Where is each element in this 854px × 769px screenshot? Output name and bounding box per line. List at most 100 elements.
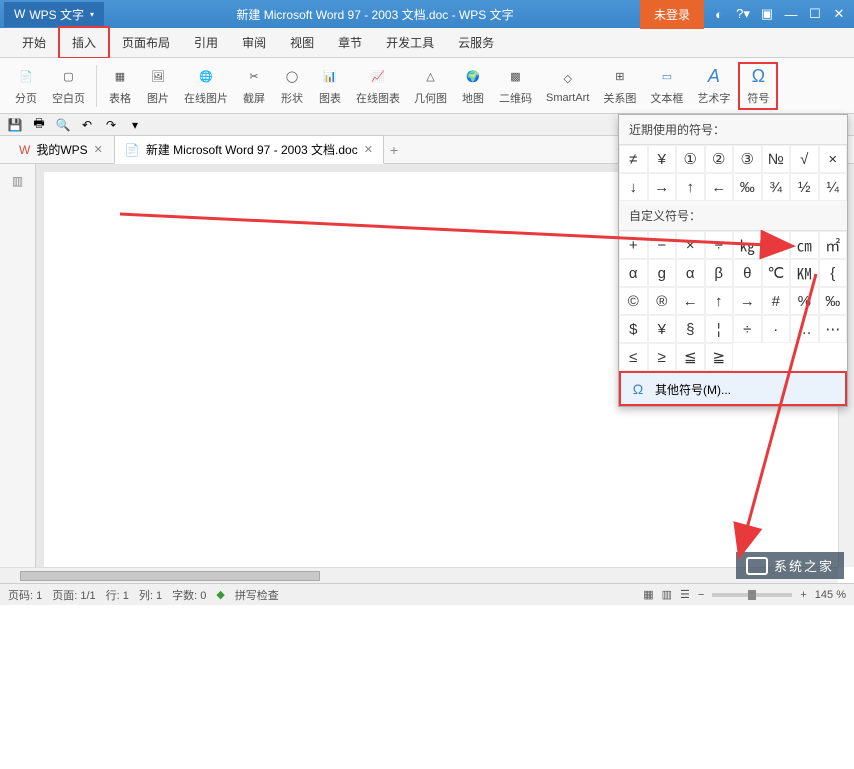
maximize-button[interactable]: ☐ bbox=[804, 4, 826, 24]
ribbon-page-break[interactable]: 📄分页 bbox=[8, 64, 44, 108]
symbol-cell[interactable]: → bbox=[648, 173, 677, 201]
status-pages[interactable]: 页面: 1/1 bbox=[52, 587, 95, 603]
undo-icon[interactable]: ↶ bbox=[78, 116, 96, 134]
symbol-cell[interactable]: № bbox=[762, 145, 791, 173]
ribbon-screenshot[interactable]: ✂截屏 bbox=[236, 64, 272, 108]
symbol-cell[interactable]: ← bbox=[705, 173, 734, 201]
symbol-cell[interactable]: ≤ bbox=[619, 343, 648, 371]
status-words[interactable]: 字数: 0 bbox=[172, 587, 206, 603]
save-icon[interactable]: 💾 bbox=[6, 116, 24, 134]
symbol-cell[interactable]: § bbox=[676, 315, 705, 343]
preview-icon[interactable]: 🔍 bbox=[54, 116, 72, 134]
help-icon[interactable]: ?▾ bbox=[732, 4, 754, 24]
app-menu[interactable]: W WPS 文字 ▾ bbox=[4, 2, 104, 27]
ribbon-textbox[interactable]: ▭文本框 bbox=[644, 64, 689, 108]
nav-icon[interactable]: ▥ bbox=[12, 174, 23, 188]
scroll-thumb[interactable] bbox=[20, 571, 320, 581]
symbol-cell[interactable]: β bbox=[705, 259, 734, 287]
tab-document[interactable]: 📄 新建 Microsoft Word 97 - 2003 文档.doc ✕ bbox=[114, 135, 384, 164]
ribbon-qrcode[interactable]: ▩二维码 bbox=[493, 64, 538, 108]
ribbon-relation[interactable]: ⊞关系图 bbox=[597, 64, 642, 108]
symbol-cell[interactable]: × bbox=[676, 231, 705, 259]
ribbon-table[interactable]: ▦表格 bbox=[102, 64, 138, 108]
ribbon-picture[interactable]: 🖼图片 bbox=[140, 64, 176, 108]
symbol-cell[interactable]: θ bbox=[733, 259, 762, 287]
view-outline-icon[interactable]: ☰ bbox=[680, 588, 690, 601]
symbol-cell[interactable]: © bbox=[619, 287, 648, 315]
status-page[interactable]: 页码: 1 bbox=[8, 587, 42, 603]
ribbon-map[interactable]: 🌍地图 bbox=[455, 64, 491, 108]
symbol-cell[interactable]: ↑ bbox=[705, 287, 734, 315]
symbol-cell[interactable]: · bbox=[762, 315, 791, 343]
view-print-icon[interactable]: ▦ bbox=[643, 588, 653, 601]
login-button[interactable]: 未登录 bbox=[640, 0, 704, 29]
zoom-out-button[interactable]: − bbox=[698, 589, 704, 601]
symbol-cell[interactable]: ¥ bbox=[648, 315, 677, 343]
horizontal-scrollbar[interactable] bbox=[0, 567, 838, 583]
zoom-in-button[interactable]: + bbox=[800, 589, 806, 601]
symbol-cell[interactable]: ≠ bbox=[619, 145, 648, 173]
symbol-cell[interactable]: ⋯ bbox=[819, 315, 848, 343]
menu-page-layout[interactable]: 页面布局 bbox=[110, 28, 182, 57]
symbol-cell[interactable]: ≧ bbox=[705, 343, 734, 371]
symbol-cell[interactable]: + bbox=[619, 231, 648, 259]
print-icon[interactable]: 🖶 bbox=[30, 116, 48, 134]
menu-view[interactable]: 视图 bbox=[278, 28, 326, 57]
symbol-cell[interactable]: # bbox=[762, 287, 791, 315]
symbol-cell[interactable]: ‰ bbox=[733, 173, 762, 201]
menu-insert[interactable]: 插入 bbox=[58, 26, 110, 59]
symbol-cell[interactable]: ® bbox=[648, 287, 677, 315]
ribbon-geometry[interactable]: △几何图 bbox=[408, 64, 453, 108]
symbol-cell[interactable]: ÷ bbox=[705, 231, 734, 259]
symbol-cell[interactable]: ↑ bbox=[676, 173, 705, 201]
symbol-cell[interactable]: ¼ bbox=[819, 173, 848, 201]
symbol-cell[interactable]: α bbox=[676, 259, 705, 287]
symbol-cell[interactable]: ¾ bbox=[762, 173, 791, 201]
minimize-button[interactable]: — bbox=[780, 4, 802, 24]
symbol-cell[interactable]: ㏎ bbox=[790, 259, 819, 287]
symbol-cell[interactable]: ≥ bbox=[648, 343, 677, 371]
dropdown-icon[interactable]: ▾ bbox=[126, 116, 144, 134]
symbol-cell[interactable]: ㎜ bbox=[762, 231, 791, 259]
ribbon-blank-page[interactable]: ▢空白页 bbox=[46, 64, 91, 108]
symbol-cell[interactable]: … bbox=[790, 315, 819, 343]
symbol-cell[interactable]: ¥ bbox=[648, 145, 677, 173]
ribbon-online-chart[interactable]: 📈在线图表 bbox=[350, 64, 406, 108]
zoom-level[interactable]: 145 % bbox=[815, 589, 846, 601]
symbol-cell[interactable]: ÷ bbox=[733, 315, 762, 343]
symbol-cell[interactable]: ↓ bbox=[619, 173, 648, 201]
zoom-slider[interactable] bbox=[712, 593, 792, 597]
redo-icon[interactable]: ↷ bbox=[102, 116, 120, 134]
symbol-cell[interactable]: ℃ bbox=[762, 259, 791, 287]
symbol-cell[interactable]: ② bbox=[705, 145, 734, 173]
symbol-cell[interactable]: → bbox=[733, 287, 762, 315]
symbol-cell[interactable]: ③ bbox=[733, 145, 762, 173]
spellcheck-icon[interactable]: ◆ bbox=[216, 588, 224, 601]
symbol-cell[interactable]: ㎡ bbox=[819, 231, 848, 259]
menu-review[interactable]: 审阅 bbox=[230, 28, 278, 57]
restore-icon[interactable]: ▣ bbox=[756, 4, 778, 24]
symbol-cell[interactable]: ≦ bbox=[676, 343, 705, 371]
ribbon-chart[interactable]: 📊图表 bbox=[312, 64, 348, 108]
more-symbols-button[interactable]: Ω 其他符号(M)... bbox=[619, 371, 847, 406]
ribbon-online-picture[interactable]: 🌐在线图片 bbox=[178, 64, 234, 108]
menu-references[interactable]: 引用 bbox=[182, 28, 230, 57]
symbol-cell[interactable]: ‰ bbox=[819, 287, 848, 315]
symbol-cell[interactable]: % bbox=[790, 287, 819, 315]
symbol-cell[interactable]: α bbox=[619, 259, 648, 287]
symbol-cell[interactable]: − bbox=[648, 231, 677, 259]
tab-mywps[interactable]: W 我的WPS ✕ bbox=[8, 135, 114, 164]
symbol-cell[interactable]: { bbox=[819, 259, 848, 287]
skin-icon[interactable]: ◐ bbox=[708, 4, 730, 24]
symbol-cell[interactable]: √ bbox=[790, 145, 819, 173]
add-tab-button[interactable]: + bbox=[390, 142, 398, 158]
status-spell[interactable]: 拼写检查 bbox=[235, 587, 279, 603]
ribbon-symbol[interactable]: Ω符号 bbox=[738, 62, 778, 110]
close-button[interactable]: ✕ bbox=[828, 4, 850, 24]
close-icon[interactable]: ✕ bbox=[364, 143, 373, 156]
symbol-cell[interactable]: × bbox=[819, 145, 848, 173]
menu-cloud[interactable]: 云服务 bbox=[446, 28, 506, 57]
symbol-cell[interactable]: ½ bbox=[790, 173, 819, 201]
symbol-cell[interactable]: ㎝ bbox=[790, 231, 819, 259]
ribbon-shapes[interactable]: ◯形状 bbox=[274, 64, 310, 108]
